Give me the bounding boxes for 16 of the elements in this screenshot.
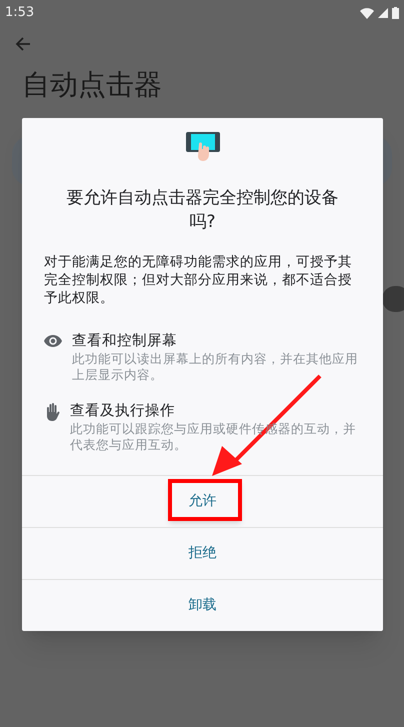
permission-description: 此功能可以读出屏幕上的所有内容，并在其他应用上层显示内容。: [72, 351, 359, 383]
permission-title: 查看和控制屏幕: [72, 332, 178, 351]
dialog-button[interactable]: 允许: [180, 487, 224, 516]
dialog-button[interactable]: 拒绝: [180, 539, 224, 568]
permission-title: 查看及执行操作: [70, 402, 176, 421]
dialog-button[interactable]: 卸载: [180, 591, 224, 620]
hand-icon: [44, 403, 60, 421]
dialog-message: 对于能满足您的无障碍功能需求的应用，可授予其完全控制权限；但对大部分应用来说，都不适合授予此权限。: [43, 253, 353, 307]
status-time: 1:53: [5, 4, 34, 22]
eye-icon: [44, 335, 62, 347]
signal-icon: [378, 8, 388, 18]
page-title: 自动点击器: [22, 67, 163, 103]
battery-icon: [392, 7, 399, 19]
back-arrow-icon[interactable]: [15, 36, 31, 52]
wifi-icon: [360, 8, 374, 18]
dialog-title: 要允许自动点击器完全控制您的设备吗?: [66, 187, 340, 234]
